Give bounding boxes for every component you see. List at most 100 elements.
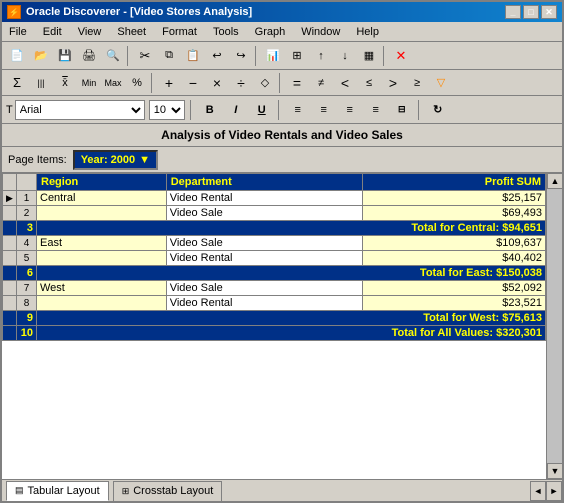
menu-help[interactable]: Help (353, 25, 382, 39)
row-num-2: 2 (17, 206, 37, 221)
cell-dept-2[interactable]: Video Sale (166, 206, 363, 221)
menu-tools[interactable]: Tools (210, 25, 242, 39)
menu-edit[interactable]: Edit (40, 25, 65, 39)
cell-region-1[interactable]: Central (37, 191, 167, 206)
bold-button[interactable]: B (199, 100, 221, 120)
less-button[interactable]: < (334, 72, 356, 94)
cell-dept-5[interactable]: Video Rental (166, 251, 363, 266)
crosstab-icon: ⊞ (122, 486, 130, 497)
undo-button[interactable]: ↩ (206, 45, 228, 67)
scroll-track[interactable] (547, 189, 562, 463)
cell-region-7[interactable]: West (37, 281, 167, 296)
table-container[interactable]: Region Department Profit SUM ▶ 1 Central (2, 173, 546, 479)
align-right-button[interactable]: ≡ (339, 100, 361, 120)
divide-button[interactable]: ÷ (230, 72, 252, 94)
row-num-header (17, 174, 37, 191)
new-button[interactable]: 📄 (6, 45, 28, 67)
copy-button[interactable]: ⧉ (158, 45, 180, 67)
cell-region-4[interactable]: East (37, 236, 167, 251)
scroll-left-button[interactable]: ◄ (530, 481, 546, 501)
sep7 (278, 100, 282, 120)
table-row: ▶ 1 Central Video Rental $25,157 (3, 191, 546, 206)
font-select[interactable]: Arial (15, 100, 145, 120)
plus-button[interactable]: + (158, 72, 180, 94)
cell-region-8[interactable] (37, 296, 167, 311)
menu-format[interactable]: Format (159, 25, 200, 39)
open-button[interactable]: 📂 (30, 45, 52, 67)
sort-asc-button[interactable]: ↑ (310, 45, 332, 67)
menu-view[interactable]: View (75, 25, 105, 39)
preview-button[interactable]: 🔍 (102, 45, 124, 67)
cell-profit-4[interactable]: $109,637 (363, 236, 546, 251)
tab-tabular-layout[interactable]: ▤ Tabular Layout (6, 481, 109, 501)
cell-dept-8[interactable]: Video Rental (166, 296, 363, 311)
save-button[interactable]: 💾 (54, 45, 76, 67)
equals-button[interactable]: = (286, 72, 308, 94)
minus-button[interactable]: − (182, 72, 204, 94)
size-select[interactable]: 10 (149, 100, 185, 120)
cut-button[interactable]: ✂ (134, 45, 156, 67)
cell-dept-1[interactable]: Video Rental (166, 191, 363, 206)
italic-button[interactable]: I (225, 100, 247, 120)
count-button[interactable]: ||| (30, 72, 52, 94)
col-header-region: Region (37, 174, 167, 191)
percent-button[interactable]: % (126, 72, 148, 94)
vertical-scrollbar[interactable]: ▲ ▼ (546, 173, 562, 479)
cell-region-2[interactable] (37, 206, 167, 221)
cell-profit-2[interactable]: $69,493 (363, 206, 546, 221)
greaterequal-button[interactable]: ≥ (406, 72, 428, 94)
close-button[interactable]: ✕ (541, 5, 557, 19)
redo-button[interactable]: ↪ (230, 45, 252, 67)
menu-sheet[interactable]: Sheet (114, 25, 149, 39)
minimize-button[interactable]: _ (505, 5, 521, 19)
align-justify-button[interactable]: ≡ (365, 100, 387, 120)
cell-region-5[interactable] (37, 251, 167, 266)
cell-dept-4[interactable]: Video Sale (166, 236, 363, 251)
sep4 (151, 73, 155, 93)
funnel-button[interactable]: ▽ (430, 72, 452, 94)
total-num-6: 6 (17, 266, 37, 281)
table-row: 8 Video Rental $23,521 (3, 296, 546, 311)
tab-crosstab-layout[interactable]: ⊞ Crosstab Layout (113, 481, 223, 501)
diamond-button[interactable]: ◇ (254, 72, 276, 94)
menu-window[interactable]: Window (298, 25, 343, 39)
grand-total-row: 10 Total for All Values: $320,301 (3, 326, 546, 341)
refresh-button[interactable]: ↻ (427, 100, 449, 120)
greater-button[interactable]: > (382, 72, 404, 94)
chart-button[interactable]: 📊 (262, 45, 284, 67)
total-row-west: 9 Total for West: $75,613 (3, 311, 546, 326)
times-button[interactable]: × (206, 72, 228, 94)
row-num-4: 4 (17, 236, 37, 251)
maximize-button[interactable]: □ (523, 5, 539, 19)
menu-graph[interactable]: Graph (252, 25, 289, 39)
cell-profit-5[interactable]: $40,402 (363, 251, 546, 266)
cell-profit-8[interactable]: $23,521 (363, 296, 546, 311)
year-dropdown[interactable]: Year: 2000 ▼ (73, 150, 158, 170)
notequal-button[interactable]: ≠ (310, 72, 332, 94)
sort-desc-button[interactable]: ↓ (334, 45, 356, 67)
cell-profit-7[interactable]: $52,092 (363, 281, 546, 296)
scroll-down-button[interactable]: ▼ (547, 463, 562, 479)
cell-profit-1[interactable]: $25,157 (363, 191, 546, 206)
delete-button[interactable]: ✕ (390, 45, 412, 67)
title-bar: ⚡ Oracle Discoverer - [Video Stores Anal… (2, 2, 562, 22)
toolbar-main: 📄 📂 💾 🖨 🔍 ✂ ⧉ 📋 ↩ ↪ 📊 ⊞ ↑ ↓ ▦ ✕ (2, 42, 562, 70)
min-button[interactable]: Min (78, 72, 100, 94)
paste-button[interactable]: 📋 (182, 45, 204, 67)
menu-file[interactable]: File (6, 25, 30, 39)
scroll-right-button[interactable]: ► (546, 481, 562, 501)
xbar-button[interactable]: x̄ (54, 72, 76, 94)
align-center-button[interactable]: ≡ (313, 100, 335, 120)
print-button[interactable]: 🖨 (78, 45, 100, 67)
sigma-button[interactable]: Σ (6, 72, 28, 94)
sep3 (383, 46, 387, 66)
wrap-button[interactable]: ⊟ (391, 100, 413, 120)
underline-button[interactable]: U (251, 100, 273, 120)
lessequal-button[interactable]: ≤ (358, 72, 380, 94)
table-button[interactable]: ⊞ (286, 45, 308, 67)
filter-button[interactable]: ▦ (358, 45, 380, 67)
scroll-up-button[interactable]: ▲ (547, 173, 562, 189)
align-left-button[interactable]: ≡ (287, 100, 309, 120)
cell-dept-7[interactable]: Video Sale (166, 281, 363, 296)
max-button[interactable]: Max (102, 72, 124, 94)
